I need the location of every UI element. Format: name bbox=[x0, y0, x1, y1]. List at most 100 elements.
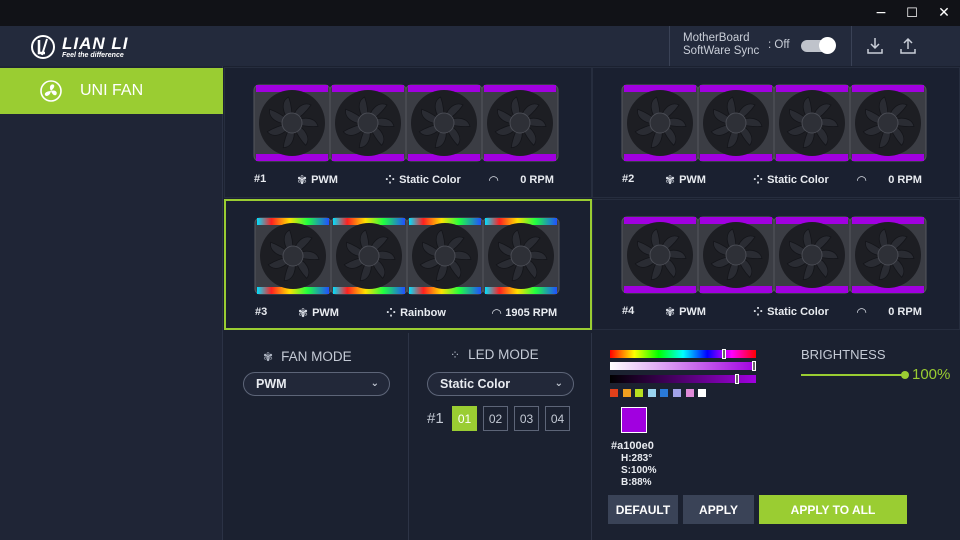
color-hue: H:283° bbox=[621, 453, 653, 464]
color-preset-swatch[interactable] bbox=[647, 389, 656, 397]
maximize-button[interactable]: ☐ bbox=[897, 0, 927, 26]
chevron-down-icon: ⌄ bbox=[370, 378, 379, 389]
group-id: #4 bbox=[622, 305, 635, 317]
download-icon[interactable] bbox=[865, 35, 885, 57]
sync-label-line1: MotherBoard bbox=[683, 32, 750, 44]
saturation-slider-handle[interactable] bbox=[752, 361, 756, 371]
led-mode-title: ⁘ LED MODE bbox=[450, 347, 539, 362]
fan-icon bbox=[697, 216, 775, 294]
sidebar-item-label: UNI FAN bbox=[80, 82, 144, 99]
color-saturation: S:100% bbox=[621, 465, 657, 476]
fan-icon bbox=[621, 216, 699, 294]
fan-mode-status: ✾ PWM bbox=[665, 305, 706, 319]
brightness-color-slider-handle[interactable] bbox=[734, 374, 739, 384]
header-divider bbox=[851, 26, 852, 66]
fan-icon bbox=[329, 84, 407, 162]
color-preset-swatch[interactable] bbox=[622, 389, 631, 397]
color-preset-swatch[interactable] bbox=[698, 389, 707, 397]
section-divider bbox=[591, 333, 592, 540]
fan-icon: ✾ bbox=[665, 173, 676, 187]
fan-group-info: #1 ✾ PWM ⁘ Static Color ◠ 0 RPM bbox=[225, 173, 593, 189]
default-button[interactable]: DEFAULT bbox=[608, 495, 678, 524]
speedometer-icon: ◠ bbox=[489, 173, 499, 187]
fan-icon bbox=[482, 217, 560, 295]
led-mode-icon: ⁘ bbox=[450, 347, 461, 362]
color-preset-swatch[interactable] bbox=[685, 389, 694, 397]
fan-mode-status: ✾ PWM bbox=[297, 173, 338, 187]
apply-to-all-button[interactable]: APPLY TO ALL bbox=[759, 495, 907, 524]
brand-name: LIAN LI bbox=[62, 33, 129, 53]
brightness-title: BRIGHTNESS bbox=[801, 347, 886, 362]
led-icon: ⁘ bbox=[753, 305, 764, 319]
group-id: #2 bbox=[622, 173, 635, 185]
software-sync-toggle[interactable] bbox=[801, 37, 836, 54]
led-mode-status: ⁘ Rainbow bbox=[386, 306, 446, 320]
fan-group-panel[interactable]: #4 ✾ PWM ⁘ Static Color ◠ 0 RPM bbox=[592, 199, 960, 330]
fan-select-button-01[interactable]: 01 bbox=[452, 406, 477, 431]
fan-icon bbox=[40, 80, 62, 102]
fan-icon bbox=[254, 217, 332, 295]
color-preset-swatch[interactable] bbox=[660, 389, 669, 397]
color-preset-swatch[interactable] bbox=[635, 389, 644, 397]
header-divider bbox=[669, 26, 670, 66]
close-button[interactable]: ✕ bbox=[929, 0, 959, 26]
group-id: #3 bbox=[255, 306, 268, 318]
fan-select-button-04[interactable]: 04 bbox=[545, 406, 570, 431]
section-divider bbox=[408, 333, 409, 540]
fan-group-panel[interactable]: #3 ✾ PWM ⁘ Rainbow ◠ 1905 RPM bbox=[224, 199, 592, 330]
brightness-slider-handle[interactable] bbox=[901, 371, 909, 379]
hue-slider-handle[interactable] bbox=[722, 349, 727, 359]
fan-icon: ✾ bbox=[298, 306, 309, 320]
sync-state: : Off bbox=[768, 39, 790, 51]
apply-button[interactable]: APPLY bbox=[683, 495, 754, 524]
fan-group-info: #3 ✾ PWM ⁘ Rainbow ◠ 1905 RPM bbox=[226, 306, 594, 322]
fan-icon: ✾ bbox=[665, 305, 676, 319]
fan-group-panel[interactable]: #2 ✾ PWM ⁘ Static Color ◠ 0 RPM bbox=[592, 67, 960, 198]
color-preset-swatch[interactable] bbox=[673, 389, 681, 397]
brightness-color-slider[interactable] bbox=[610, 374, 756, 384]
saturation-slider[interactable] bbox=[610, 361, 756, 371]
fan-select-button-02[interactable]: 02 bbox=[483, 406, 508, 431]
led-icon: ⁘ bbox=[385, 173, 396, 187]
led-mode-status: ⁘ Static Color bbox=[753, 305, 829, 319]
fan-mode-select[interactable]: PWM ⌄ bbox=[243, 372, 390, 396]
fan-group-info: #4 ✾ PWM ⁘ Static Color ◠ 0 RPM bbox=[593, 305, 960, 321]
brightness-slider[interactable] bbox=[801, 374, 905, 376]
fan-icon bbox=[849, 84, 927, 162]
speed-status: ◠ 0 RPM bbox=[857, 173, 922, 187]
color-preset-swatch[interactable] bbox=[610, 389, 618, 397]
fan-icon bbox=[773, 84, 851, 162]
led-group-label: #1 bbox=[427, 410, 444, 427]
fan-mode-title-text: FAN MODE bbox=[281, 349, 352, 364]
speed-status: ◠ 0 RPM bbox=[857, 305, 922, 319]
fan-group-info: #2 ✾ PWM ⁘ Static Color ◠ 0 RPM bbox=[593, 173, 960, 189]
color-hex: #a100e0 bbox=[611, 440, 654, 452]
brand-tagline: Feel the difference bbox=[62, 51, 124, 59]
fan-mode-status: ✾ PWM bbox=[298, 306, 339, 320]
fan-icon bbox=[406, 217, 484, 295]
minimize-button[interactable]: − bbox=[866, 0, 896, 26]
hue-slider[interactable] bbox=[610, 349, 756, 359]
fan-icon bbox=[621, 84, 699, 162]
sync-label: MotherBoard SoftWare Sync bbox=[683, 32, 759, 58]
toggle-knob bbox=[819, 37, 836, 54]
sidebar: UNI FAN bbox=[0, 66, 223, 540]
fan-icon bbox=[405, 84, 483, 162]
speedometer-icon: ◠ bbox=[857, 305, 867, 319]
fan-icon: ✾ bbox=[297, 173, 308, 187]
lianli-logo: LIAN LI Feel the difference bbox=[30, 34, 129, 60]
fan-group-panel[interactable]: #1 ✾ PWM ⁘ Static Color ◠ 0 RPM bbox=[224, 67, 592, 198]
upload-icon[interactable] bbox=[898, 35, 918, 57]
fan-row bbox=[621, 215, 927, 295]
sidebar-item-uni-fan[interactable]: UNI FAN bbox=[0, 68, 223, 114]
led-icon: ⁘ bbox=[753, 173, 764, 187]
speedometer-icon: ◠ bbox=[857, 173, 867, 187]
fan-select-button-03[interactable]: 03 bbox=[514, 406, 539, 431]
app-header: LIAN LI Feel the difference MotherBoard … bbox=[0, 26, 960, 66]
led-mode-status: ⁘ Static Color bbox=[385, 173, 461, 187]
speed-status: ◠ 0 RPM bbox=[489, 173, 554, 187]
led-mode-select[interactable]: Static Color ⌄ bbox=[427, 372, 574, 396]
current-color-swatch bbox=[621, 407, 647, 433]
fan-icon bbox=[253, 84, 331, 162]
title-bar: − ☐ ✕ bbox=[0, 0, 960, 26]
